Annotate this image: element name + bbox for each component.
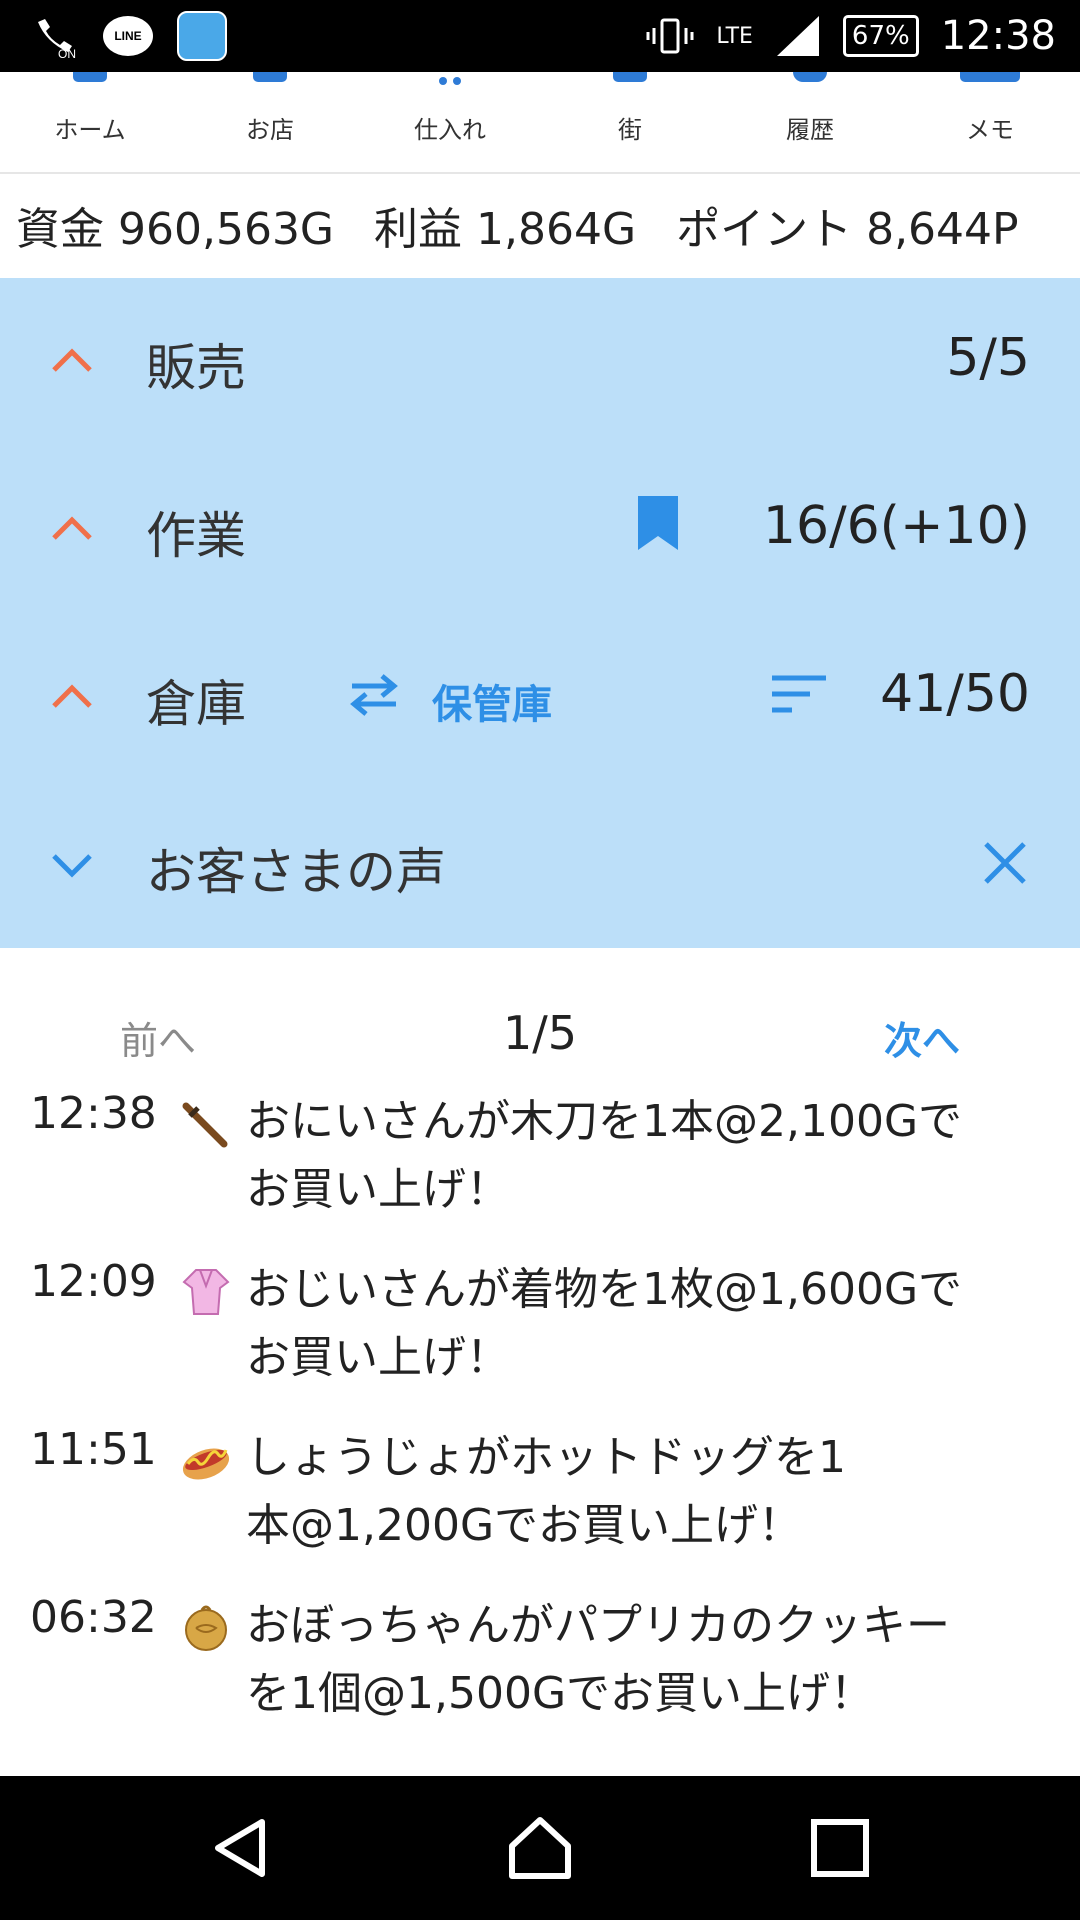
- game-app-icon: [176, 10, 228, 62]
- home-icon: [73, 72, 107, 82]
- nav-label: ホーム: [54, 116, 126, 144]
- signal-icon: [776, 16, 819, 56]
- list-item: 12:38 おにいさんが木刀を1本@2,100Gで お買い上げ！: [0, 1088, 1080, 1256]
- work-value: 16/6(+10): [762, 496, 1030, 556]
- warehouse-row[interactable]: 倉庫 保管庫 41/50: [0, 614, 1080, 782]
- cookie-icon: [185, 1605, 227, 1651]
- entry-time: 12:09: [30, 1256, 157, 1307]
- close-icon[interactable]: [982, 840, 1028, 886]
- entry-line: お買い上げ！: [246, 1164, 510, 1215]
- work-row[interactable]: 作業 16/6(+10): [0, 446, 1080, 614]
- memo-icon: [960, 72, 1020, 82]
- nav-item-purchase[interactable]: 仕入れ: [360, 72, 540, 172]
- list-item: 11:51 しょうじょがホットドッグを1 本@1,200Gでお買い上げ！: [0, 1424, 1080, 1592]
- funds-bar: 資金 960,563G 利益 1,864G ポイント 8,644P: [0, 174, 1080, 276]
- swap-arrows-icon[interactable]: [346, 670, 402, 720]
- entry-time: 06:32: [30, 1592, 157, 1643]
- entry-time: 12:38: [30, 1088, 157, 1139]
- nav-label: メモ: [966, 116, 1014, 144]
- sales-value: 5/5: [946, 328, 1030, 388]
- status-bar: ON LINE LTE 67% 12:38: [0, 0, 1080, 72]
- pager: 前へ 1/5 次へ: [0, 1000, 1080, 1072]
- town-icon: [613, 72, 647, 82]
- chevron-up-icon[interactable]: [48, 508, 96, 548]
- system-navigation-bar: [0, 1776, 1080, 1920]
- entry-line: おじいさんが着物を1枚@1,600Gで: [246, 1264, 963, 1315]
- notification-icons: ON LINE: [28, 10, 228, 62]
- nav-item-history[interactable]: 履歴: [720, 72, 900, 172]
- chevron-down-icon[interactable]: [48, 844, 96, 884]
- nav-label: お店: [246, 116, 294, 144]
- top-navigation: ホーム お店 仕入れ 街 履歴 メモ: [0, 72, 1080, 174]
- entry-line: を1個@1,500Gでお買い上げ！: [246, 1668, 875, 1719]
- nav-label: 街: [618, 116, 642, 144]
- system-icons: LTE 67% 12:38: [646, 0, 1056, 72]
- sales-label: 販売: [146, 339, 246, 397]
- bookmark-icon[interactable]: [636, 494, 680, 552]
- entry-message: おにいさんが木刀を1本@2,100Gで お買い上げ！: [246, 1088, 1046, 1224]
- battery-icon: 67%: [842, 15, 919, 57]
- status-panel: 販売 5/5 作業 16/6(+10) 倉庫 保管庫 41/50 お客さまの声: [0, 278, 1080, 948]
- entry-message: しょうじょがホットドッグを1 本@1,200Gでお買い上げ！: [246, 1424, 1046, 1560]
- shop-icon: [253, 72, 287, 82]
- entry-line: お買い上げ！: [246, 1332, 510, 1383]
- home-button-icon[interactable]: [504, 1812, 576, 1884]
- svg-text:ON: ON: [58, 47, 76, 60]
- sales-row[interactable]: 販売 5/5: [0, 278, 1080, 446]
- work-label: 作業: [146, 507, 246, 565]
- vibrate-icon: [646, 18, 694, 54]
- customer-voices-row[interactable]: お客さまの声: [0, 782, 1080, 950]
- clock: 12:38: [940, 13, 1056, 59]
- nav-label: 仕入れ: [414, 116, 486, 144]
- nav-item-memo[interactable]: メモ: [900, 72, 1080, 172]
- entry-line: おぼっちゃんがパプリカのクッキー: [246, 1600, 950, 1651]
- storage-link[interactable]: 保管庫: [432, 672, 552, 730]
- entry-line: 本@1,200Gでお買い上げ！: [246, 1500, 803, 1551]
- nav-item-town[interactable]: 街: [540, 72, 720, 172]
- back-icon[interactable]: [204, 1812, 276, 1884]
- network-type: LTE: [716, 23, 753, 49]
- battery-level: 67%: [851, 21, 910, 51]
- points-text: ポイント 8,644P: [676, 204, 1019, 255]
- nav-item-shop[interactable]: お店: [180, 72, 360, 172]
- nav-item-home[interactable]: ホーム: [0, 72, 180, 172]
- purchase-icon: [438, 72, 462, 85]
- chevron-up-icon[interactable]: [48, 676, 96, 716]
- history-icon: [793, 72, 827, 82]
- entry-line: おにいさんが木刀を1本@2,100Gで: [246, 1096, 963, 1147]
- kimono-icon: [182, 1269, 230, 1315]
- entry-message: おぼっちゃんがパプリカのクッキー を1個@1,500Gでお買い上げ！: [246, 1592, 1046, 1728]
- next-button[interactable]: 次へ: [884, 1010, 960, 1065]
- entry-time: 11:51: [30, 1424, 157, 1475]
- capital-text: 資金 960,563G: [16, 204, 335, 255]
- list-item: 06:32 おぼっちゃんがパプリカのクッキー を1個@1,500Gでお買い上げ！: [0, 1592, 1080, 1760]
- list-item: 12:09 おじいさんが着物を1枚@1,600Gで お買い上げ！: [0, 1256, 1080, 1424]
- customer-voices-label: お客さまの声: [146, 843, 446, 901]
- warehouse-label: 倉庫: [146, 675, 246, 733]
- hotdog-icon: [182, 1448, 230, 1480]
- sort-icon[interactable]: [770, 672, 828, 716]
- entry-line: しょうじょがホットドッグを1: [246, 1432, 846, 1483]
- warehouse-value: 41/50: [880, 664, 1030, 724]
- line-app-icon: LINE: [102, 10, 154, 62]
- customer-voices-list[interactable]: 12:38 おにいさんが木刀を1本@2,100Gで お買い上げ！ 12:09 お…: [0, 1088, 1080, 1776]
- nav-label: 履歴: [786, 116, 834, 144]
- recent-apps-icon[interactable]: [804, 1812, 876, 1884]
- chevron-up-icon[interactable]: [48, 340, 96, 380]
- profit-text: 利益 1,864G: [374, 204, 637, 255]
- entry-message: おじいさんが着物を1枚@1,600Gで お買い上げ！: [246, 1256, 1046, 1392]
- wifi-calling-on-icon: ON: [28, 10, 80, 62]
- wooden-sword-icon: [182, 1102, 228, 1148]
